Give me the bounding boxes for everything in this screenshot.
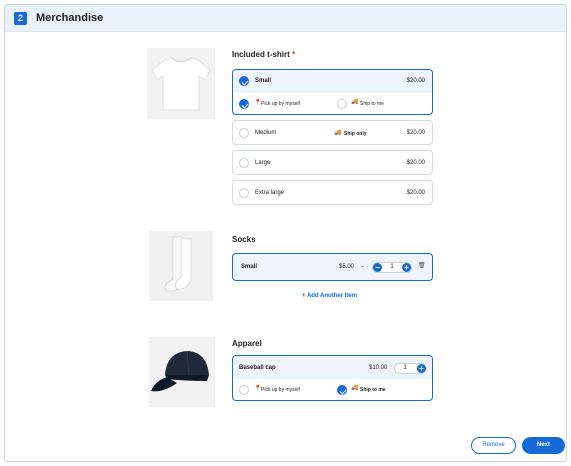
chevron-down-icon[interactable]: ⌄	[360, 262, 365, 269]
tshirt-option-price: $20.00	[406, 78, 425, 84]
baseball-cap-item: Baseball cap $10.00 1 + 📍 Pick up by mys…	[232, 355, 433, 401]
baseball-cap-row: Baseball cap $10.00 1 +	[233, 356, 432, 379]
ship-label: Ship to me	[360, 387, 386, 393]
apparel-quantity-value[interactable]: 1	[400, 365, 410, 371]
ship-only-badge: Ship only	[344, 131, 367, 137]
merchandise-panel: 2 Merchandise Included t-shirt * Small $…	[4, 4, 567, 462]
socks-image	[149, 231, 213, 301]
tshirt-option-price: $20.00	[406, 190, 425, 196]
fulfillment-row: 📍 Pick up by myself 🚚 Ship to me	[233, 93, 432, 116]
option-radio[interactable]	[239, 128, 249, 138]
required-asterisk: *	[292, 50, 296, 59]
tshirt-option-label: Medium	[255, 130, 277, 136]
socks-item-price: $5.00	[339, 264, 355, 270]
section-title: Merchandise	[36, 12, 104, 24]
add-another-item-link[interactable]: + Add Another Item	[302, 293, 357, 299]
tshirt-option-small[interactable]: Small $20.00 📍 Pick up by myself 🚚 Ship …	[232, 69, 433, 115]
ship-radio[interactable]	[337, 99, 347, 109]
pickup-radio[interactable]	[239, 99, 249, 109]
socks-quantity-value[interactable]: 1	[387, 264, 397, 270]
socks-item: Small $5.00 ⌄ − 1 + 🗑	[232, 253, 433, 281]
plus-icon[interactable]: +	[402, 263, 411, 272]
tshirt-option-label: Extra large	[255, 190, 285, 196]
plus-icon[interactable]: +	[417, 364, 426, 373]
step-number-badge: 2	[14, 12, 27, 25]
tshirt-option-price: $20.00	[406, 160, 425, 166]
truck-icon: 🚚	[351, 385, 359, 391]
minus-icon[interactable]: −	[373, 263, 382, 272]
tshirt-section-title: Included t-shirt *	[232, 50, 296, 59]
next-button[interactable]: Next	[522, 437, 565, 454]
pickup-radio[interactable]	[239, 385, 249, 395]
socks-section-title: Socks	[232, 235, 256, 244]
tshirt-option-medium[interactable]: Medium 🚚 Ship only $20.00	[232, 120, 433, 145]
trash-icon[interactable]: 🗑	[418, 262, 426, 269]
truck-icon: 🚚	[351, 99, 359, 105]
truck-icon: 🚚	[334, 130, 342, 136]
option-radio[interactable]	[239, 188, 249, 198]
tshirt-option-price: $20.00	[406, 130, 425, 136]
tshirt-option-small-row[interactable]: Small $20.00	[233, 70, 432, 93]
socks-item-label: Small	[241, 264, 258, 270]
apparel-item-label: Baseball cap	[239, 365, 276, 371]
tshirt-option-large[interactable]: Large $20.00	[232, 150, 433, 175]
section-header: 2 Merchandise	[5, 5, 566, 32]
check-icon[interactable]	[239, 76, 249, 86]
ship-label: Ship to me	[360, 101, 384, 107]
pickup-label: Pick up by myself	[261, 101, 300, 107]
option-radio[interactable]	[239, 158, 249, 168]
ship-radio[interactable]	[337, 385, 347, 395]
tshirt-option-label: Large	[255, 160, 271, 166]
apparel-section-title: Apparel	[232, 339, 262, 348]
apparel-item-price: $10.00	[369, 365, 388, 371]
pickup-label: Pick up by myself	[261, 387, 300, 393]
tshirt-option-label: Small	[255, 78, 272, 84]
tshirt-option-extra-large[interactable]: Extra large $20.00	[232, 180, 433, 205]
remove-button[interactable]: Remove	[471, 437, 516, 454]
fulfillment-row: 📍 Pick up by myself 🚚 Ship to me	[233, 379, 432, 402]
tshirt-image	[147, 48, 215, 119]
baseball-cap-image	[149, 337, 215, 407]
